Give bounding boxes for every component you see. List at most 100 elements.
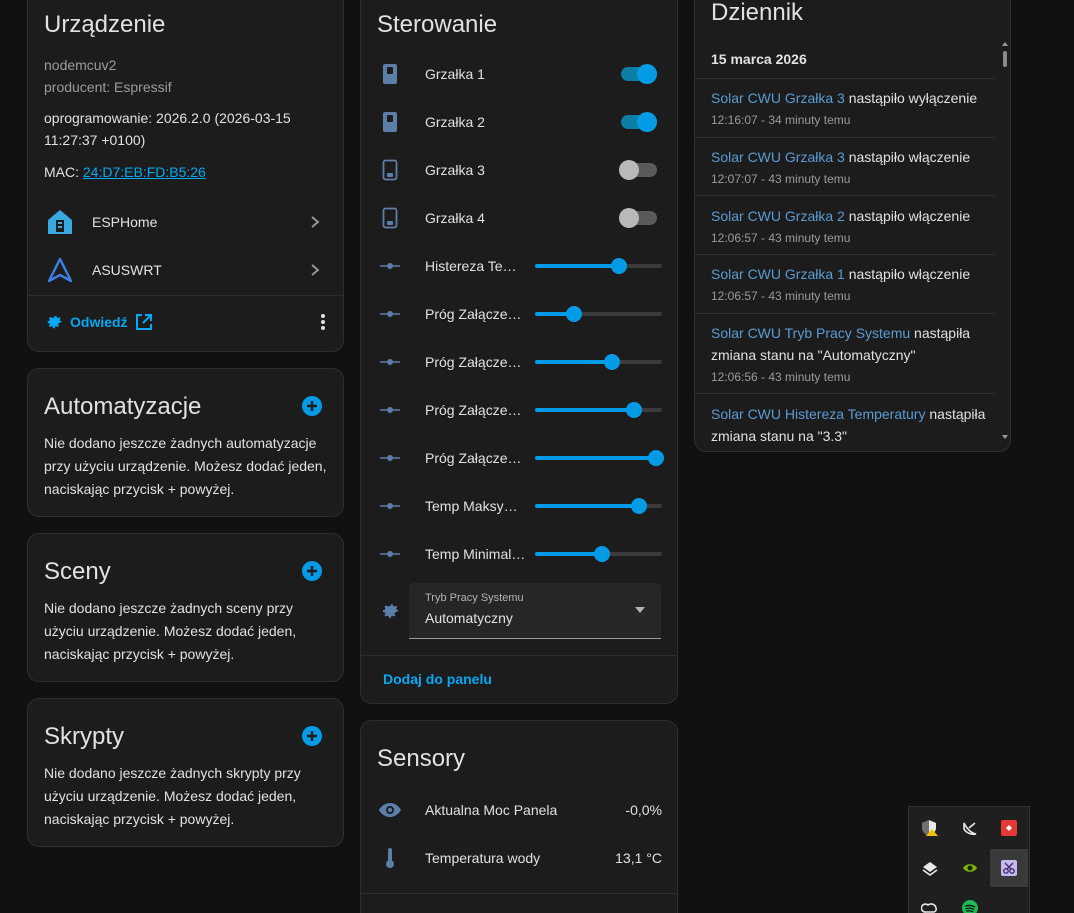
slider-thumb[interactable]: [610, 258, 627, 274]
log-entity-link[interactable]: Solar CWU Grzałka 3: [711, 149, 845, 165]
add-to-panel-button[interactable]: Dodaj do panelu: [383, 671, 492, 687]
scrollbar[interactable]: [1002, 41, 1008, 441]
divider: [28, 295, 343, 296]
tray-item-nvidia[interactable]: [951, 849, 989, 887]
shield-warning-icon: [922, 820, 938, 836]
device-model: nodemcuv2: [44, 57, 117, 73]
slider-label: Próg Załączen…: [425, 402, 527, 418]
tray-item-spotify[interactable]: [951, 889, 989, 913]
toggle-knob: [619, 208, 639, 228]
mac-link[interactable]: 24:D7:EB:FD:B5:26: [83, 164, 206, 180]
integration-label: ASUSWRT: [92, 262, 162, 278]
log-text: nastąpiło wyłączenie: [844, 90, 978, 106]
slider-fill: [535, 264, 619, 268]
log-entry: Solar CWU Grzałka 3 nastąpiło włączenie …: [711, 146, 1001, 188]
sensor-row-panel-power[interactable]: Aktualna Moc Panela -0,0%: [361, 786, 677, 834]
log-entity-link[interactable]: Solar CWU Tryb Pracy Systemu: [711, 325, 910, 341]
tray-item-security[interactable]: [911, 809, 949, 847]
slider-icon: [379, 351, 401, 373]
tray-item-snipping[interactable]: [990, 849, 1028, 887]
number-slider[interactable]: [535, 402, 662, 418]
automations-description: Nie dodano jeszcze żadnych automatyzacje…: [44, 435, 327, 497]
slider-thumb[interactable]: [594, 546, 611, 562]
log-time: 12:06:56 - 43 minuty temu: [711, 370, 851, 384]
device-card-title: Urządzenie: [44, 11, 166, 38]
scripts-title: Skrypty: [44, 723, 125, 750]
open-in-new-icon: [135, 314, 152, 330]
logbook-card: Dziennik 15 marca 2026 Solar CWU Grzałka…: [694, 0, 1011, 452]
scenes-title: Sceny: [44, 558, 111, 585]
switch-on-icon: [379, 63, 401, 85]
sensor-row-water-temp[interactable]: Temperatura wody 13,1 °C: [361, 834, 677, 882]
slider-thumb[interactable]: [604, 354, 621, 370]
scenes-card: Sceny Nie dodano jeszcze żadnych sceny p…: [27, 533, 344, 682]
slider-icon: [379, 447, 401, 469]
network-app-icon: [922, 862, 938, 876]
log-entity-link[interactable]: Solar CWU Grzałka 1: [711, 266, 845, 282]
number-slider[interactable]: [535, 450, 664, 466]
system-tray-overflow: [908, 806, 1030, 913]
tray-item-anydesk[interactable]: [990, 809, 1028, 847]
slider-icon: [379, 303, 401, 325]
log-entry: Solar CWU Tryb Pracy Systemu nastąpiła z…: [711, 322, 1001, 386]
log-entity-link[interactable]: Solar CWU Grzałka 3: [711, 90, 845, 106]
more-options-icon[interactable]: [321, 313, 325, 331]
switch-row[interactable]: Grzałka 4: [361, 194, 677, 242]
slider-row: Histereza Te…: [361, 242, 677, 290]
toggle-switch[interactable]: [621, 112, 657, 132]
switch-label: Grzałka 3: [425, 162, 485, 178]
add-scene-icon[interactable]: [301, 560, 323, 582]
number-slider[interactable]: [535, 354, 662, 370]
number-slider[interactable]: [535, 498, 662, 514]
automations-card: Automatyzacje Nie dodano jeszcze żadnych…: [27, 368, 344, 517]
switch-label: Grzałka 1: [425, 66, 485, 82]
switch-row[interactable]: Grzałka 3: [361, 146, 677, 194]
visit-button[interactable]: Odwiedź: [44, 312, 160, 332]
slider-thumb[interactable]: [626, 402, 643, 418]
slider-thumb[interactable]: [647, 450, 664, 466]
log-entry: Solar CWU Grzałka 2 nastąpiło włączenie …: [711, 205, 1001, 247]
number-slider[interactable]: [535, 258, 662, 274]
number-slider[interactable]: [535, 306, 662, 322]
number-slider[interactable]: [535, 546, 662, 562]
switch-row[interactable]: Grzałka 2: [361, 98, 677, 146]
log-entry: Solar CWU Grzałka 3 nastąpiło wyłączenie…: [711, 87, 1001, 129]
chevron-right-icon: [311, 264, 320, 276]
switch-row[interactable]: Grzałka 1: [361, 50, 677, 98]
slider-label: Histereza Te…: [425, 258, 517, 274]
slider-icon: [379, 399, 401, 421]
log-entity-link[interactable]: Solar CWU Grzałka 2: [711, 208, 845, 224]
switch-label: Grzałka 4: [425, 210, 485, 226]
divider: [695, 313, 995, 314]
log-time: 12:07:07 - 43 minuty temu: [711, 172, 851, 186]
tray-item-creative-cloud[interactable]: [911, 889, 949, 913]
slider-icon: [379, 543, 401, 565]
switch-off-icon: [379, 207, 401, 229]
integration-row-asuswrt[interactable]: ASUSWRT: [28, 246, 343, 294]
slider-thumb[interactable]: [631, 498, 648, 514]
dropdown-arrow-icon: [635, 607, 645, 613]
add-script-icon[interactable]: [301, 725, 323, 747]
device-info-card: Urządzenie nodemcuv2 producent: Espressi…: [27, 0, 344, 352]
add-automation-icon[interactable]: [301, 395, 323, 417]
slider-thumb[interactable]: [566, 306, 583, 322]
gear-icon: [379, 600, 401, 622]
log-entity-link[interactable]: Solar CWU Histereza Temperatury: [711, 406, 925, 422]
tray-item-satellite[interactable]: [951, 809, 989, 847]
slider-fill: [535, 552, 603, 556]
slider-fill: [535, 504, 640, 508]
toggle-switch[interactable]: [619, 160, 657, 180]
toggle-switch[interactable]: [621, 64, 657, 84]
thermometer-icon: [386, 848, 394, 868]
automations-title: Automatyzacje: [44, 393, 202, 420]
slider-label: Temp Minimal…: [425, 546, 526, 562]
switch-on-icon: [379, 111, 401, 133]
slider-icon: [379, 495, 401, 517]
spotify-icon: [962, 900, 978, 913]
tray-item-app[interactable]: [911, 849, 949, 887]
satellite-dish-icon: [963, 822, 977, 836]
integration-row-esphome[interactable]: ESPHome: [28, 198, 343, 246]
sensors-card: Sensory Aktualna Moc Panela -0,0% Temper…: [360, 720, 678, 913]
toggle-switch[interactable]: [619, 208, 657, 228]
system-mode-select[interactable]: Tryb Pracy Systemu Automatyczny: [409, 583, 661, 639]
